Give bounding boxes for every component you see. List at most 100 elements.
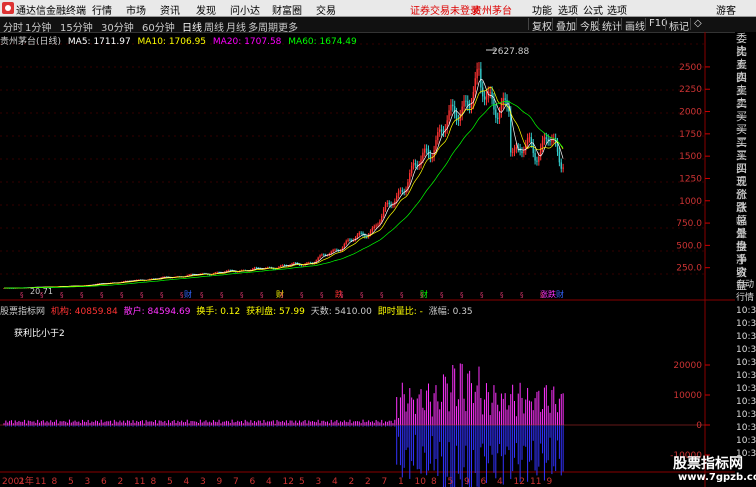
x-tick-label: 10 xyxy=(415,477,427,487)
event-dot: § xyxy=(280,291,284,299)
x-tick-label: 7 xyxy=(382,477,388,487)
huaxian-button[interactable]: 画线 xyxy=(621,18,648,33)
candle-body xyxy=(392,205,394,206)
candle-body xyxy=(345,241,347,245)
watermark-title: 股票指标网 xyxy=(673,456,743,472)
menu-item-shichang[interactable]: 市场 xyxy=(126,2,146,17)
menu-item-youke[interactable]: 游客 xyxy=(716,2,736,17)
current-stock-name: 贵州茅台 xyxy=(472,6,512,17)
candle-body xyxy=(336,249,338,251)
candle-body xyxy=(465,100,467,102)
candle-body xyxy=(209,274,211,276)
candle-body xyxy=(319,255,321,258)
indicator-annotation: 获利比小于2 xyxy=(14,329,65,339)
chart-area[interactable]: 2500225020001750150012501000750.0500.025… xyxy=(0,32,735,487)
x-tick-label: 7 xyxy=(233,477,239,487)
event-dot: § xyxy=(500,291,504,299)
menu-item-wenxiaoda[interactable]: 问小达 xyxy=(230,2,260,17)
indicator-name: 股票指标网 xyxy=(0,307,46,317)
right-side-item: 买四 xyxy=(736,149,747,175)
candle-body xyxy=(295,262,297,264)
right-side-item: 10:31 xyxy=(736,436,756,446)
x-tick-label: 4 xyxy=(497,477,503,487)
right-side-item: 委比 xyxy=(736,32,747,58)
candle-body xyxy=(523,150,525,154)
x-tick-label: 3 xyxy=(316,477,322,487)
right-side-item: 10:31 xyxy=(736,410,756,420)
right-side-item: 10:31 xyxy=(736,345,756,355)
candle-body xyxy=(280,265,282,267)
candle-body xyxy=(317,257,319,261)
candle-body xyxy=(500,103,503,113)
zhangfu-value: 涨幅: 0.35 xyxy=(428,307,473,317)
x-tick-label: 12 xyxy=(514,477,525,487)
jigou-value: 机构: 40859.84 xyxy=(50,307,118,317)
candle-body xyxy=(190,274,192,275)
event-dot: § xyxy=(440,291,444,299)
menu-item-gongneng[interactable]: 功能 xyxy=(532,2,552,17)
biaoji-button[interactable]: 标记 xyxy=(665,18,692,33)
candle-body xyxy=(306,262,308,264)
candle-body xyxy=(536,160,538,162)
x-tick-label: 2 xyxy=(365,477,371,487)
event-dot: § xyxy=(140,291,144,299)
x-tick-label: 9 xyxy=(217,477,223,487)
diamond-icon[interactable]: ◇ xyxy=(690,18,705,30)
candle-body xyxy=(541,140,544,148)
candle-body xyxy=(382,209,385,216)
candle-body xyxy=(334,249,336,251)
login-warning[interactable]: 证券交易未登录 xyxy=(410,2,480,17)
right-side-item: 10:31 xyxy=(736,358,756,368)
x-tick-label: 8 xyxy=(431,477,437,487)
x-tick-label: 8 xyxy=(151,477,157,487)
right-side-item: 10:31 xyxy=(736,306,756,316)
ma20-value: MA20: 1707.58 xyxy=(212,37,282,47)
candle-body xyxy=(281,265,284,266)
right-side-item: 涨幅 xyxy=(736,201,747,227)
candle-body xyxy=(330,251,332,254)
right-side-item: 10:31 xyxy=(736,371,756,381)
fuquan-button[interactable]: 复权 xyxy=(528,18,555,33)
menu-item-caifuquan[interactable]: 财富圈 xyxy=(272,2,302,17)
menu-item-xuanxiang[interactable]: 选项 xyxy=(558,2,578,17)
candle-body xyxy=(480,68,482,88)
sanhu-value: 散户: 84594.69 xyxy=(123,307,191,317)
candle-body xyxy=(425,148,428,150)
candle-body xyxy=(511,151,514,153)
menu-item-jiaoyi[interactable]: 交易 xyxy=(316,2,336,17)
period-toolbar: 分时 1分钟 15分钟 30分钟 60分钟 日线 周线 月线 多周期 更多 复权… xyxy=(0,17,756,34)
x-tick-label: 4 xyxy=(184,477,190,487)
price-tick-label: 1250 xyxy=(679,174,702,184)
event-marker: 财 xyxy=(556,289,564,299)
right-side-item: 买一 xyxy=(736,110,747,136)
event-dot: § xyxy=(300,291,304,299)
candle-body xyxy=(356,234,359,238)
candle-body xyxy=(253,267,256,269)
candle-body xyxy=(379,221,381,225)
candle-body xyxy=(332,250,334,252)
event-dot: § xyxy=(240,291,244,299)
candle-body xyxy=(386,202,389,205)
diejia-button[interactable]: 叠加 xyxy=(552,18,579,33)
candle-body xyxy=(478,68,480,70)
event-dot: § xyxy=(340,291,344,299)
price-tick-label: 2000 xyxy=(679,108,702,118)
huoli-value: 获利盘: 57.99 xyxy=(246,307,305,317)
watermark-url: www.7gpzb.com xyxy=(678,472,756,483)
menu-item-xuanxiang2[interactable]: 选项 xyxy=(607,2,627,17)
candle-body xyxy=(293,262,295,264)
right-side-item: 收益 xyxy=(736,266,747,292)
candle-body xyxy=(549,141,551,143)
x-tick-label: 6 xyxy=(481,477,487,487)
menu-item-hangqing[interactable]: 行情 xyxy=(92,2,112,17)
right-side-item: 涨跌 xyxy=(736,188,747,214)
right-side-item: 自动 xyxy=(736,280,755,290)
ma5-value: MA5: 1711.97 xyxy=(67,37,131,47)
menu-item-zixun[interactable]: 资讯 xyxy=(160,2,180,17)
x-tick-label: 5 xyxy=(167,477,173,487)
menu-item-faxian[interactable]: 发现 xyxy=(196,2,216,17)
right-side-panel: 委比 卖五 卖四 卖三 卖二 卖一 买一 买二 买三 买四 买五 现价 涨跌 涨幅 总量 外盘 换手 净资 收益 自动… xyxy=(735,32,756,487)
event-dot: § xyxy=(220,291,224,299)
menu-item-gongshi[interactable]: 公式 xyxy=(583,2,603,17)
right-side-item: 买三 xyxy=(736,136,747,162)
